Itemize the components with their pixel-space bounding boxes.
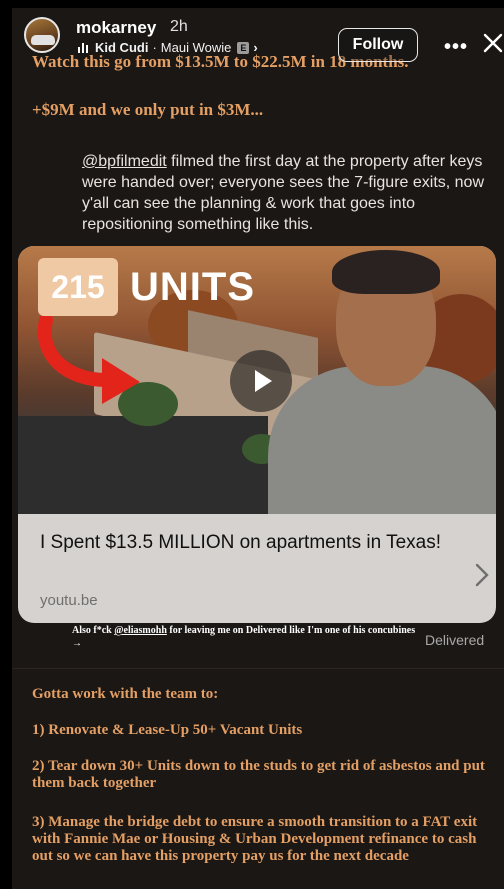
avatar[interactable] — [24, 17, 60, 53]
person-shape — [268, 366, 496, 514]
music-artist: Kid Cudi — [95, 40, 149, 55]
red-arrow-icon — [37, 316, 140, 404]
video-thumbnail[interactable]: 215 UNITS — [18, 246, 496, 514]
parking-lot-shape — [18, 416, 268, 514]
youtube-link-card[interactable]: 215 UNITS I Spent $13.5 MILLION on apart… — [18, 246, 496, 623]
story-caption: Also f*ck @eliasmohh for leaving me on D… — [72, 624, 422, 650]
units-badge-number: 215 — [38, 258, 118, 316]
follow-button[interactable]: Follow — [338, 28, 418, 62]
play-icon[interactable] — [230, 350, 292, 412]
video-title[interactable]: I Spent $13.5 MILLION on apartments in T… — [40, 530, 460, 556]
close-icon[interactable] — [482, 32, 504, 54]
music-bars-icon — [78, 42, 88, 53]
explicit-icon: E — [237, 41, 250, 54]
post-quote: @bpfilmedit filmed the first day at the … — [82, 151, 487, 235]
link-domain: youtu.be — [40, 592, 98, 609]
music-track: Maui Wowie — [160, 40, 232, 55]
post-subline: +$9M and we only put in $3M... — [32, 100, 264, 119]
story-header: mokarney 2h Kid Cudi · Maui Wowie E › Fo… — [12, 8, 504, 64]
story-viewer: mokarney 2h Kid Cudi · Maui Wowie E › Fo… — [12, 8, 504, 889]
person-hair-shape — [332, 250, 440, 294]
post-time: 2h — [170, 18, 188, 35]
music-chevron: › — [253, 40, 258, 55]
units-badge-label: UNITS — [130, 265, 255, 309]
more-icon[interactable]: ••• — [444, 36, 468, 59]
music-attribution[interactable]: Kid Cudi · Maui Wowie E › — [78, 40, 258, 55]
list-intro: Gotta work with the team to: — [32, 686, 219, 702]
list-item: 2) Tear down 30+ Units down to the studs… — [32, 758, 485, 791]
mention-bpfilmedit[interactable]: @bpfilmedit — [82, 153, 167, 170]
username[interactable]: mokarney — [76, 18, 156, 38]
mention-eliasmohh[interactable]: @eliasmohh — [114, 625, 167, 636]
caption-prefix: Also f*ck — [72, 625, 115, 636]
list-item: 1) Renovate & Lease-Up 50+ Vacant Units — [32, 722, 303, 738]
list-item: 3) Manage the bridge debt to ensure a sm… — [32, 814, 478, 864]
chevron-right-icon[interactable] — [474, 562, 490, 588]
delivered-status: Delivered — [425, 632, 485, 648]
divider — [12, 668, 504, 669]
music-separator: · — [152, 40, 157, 55]
